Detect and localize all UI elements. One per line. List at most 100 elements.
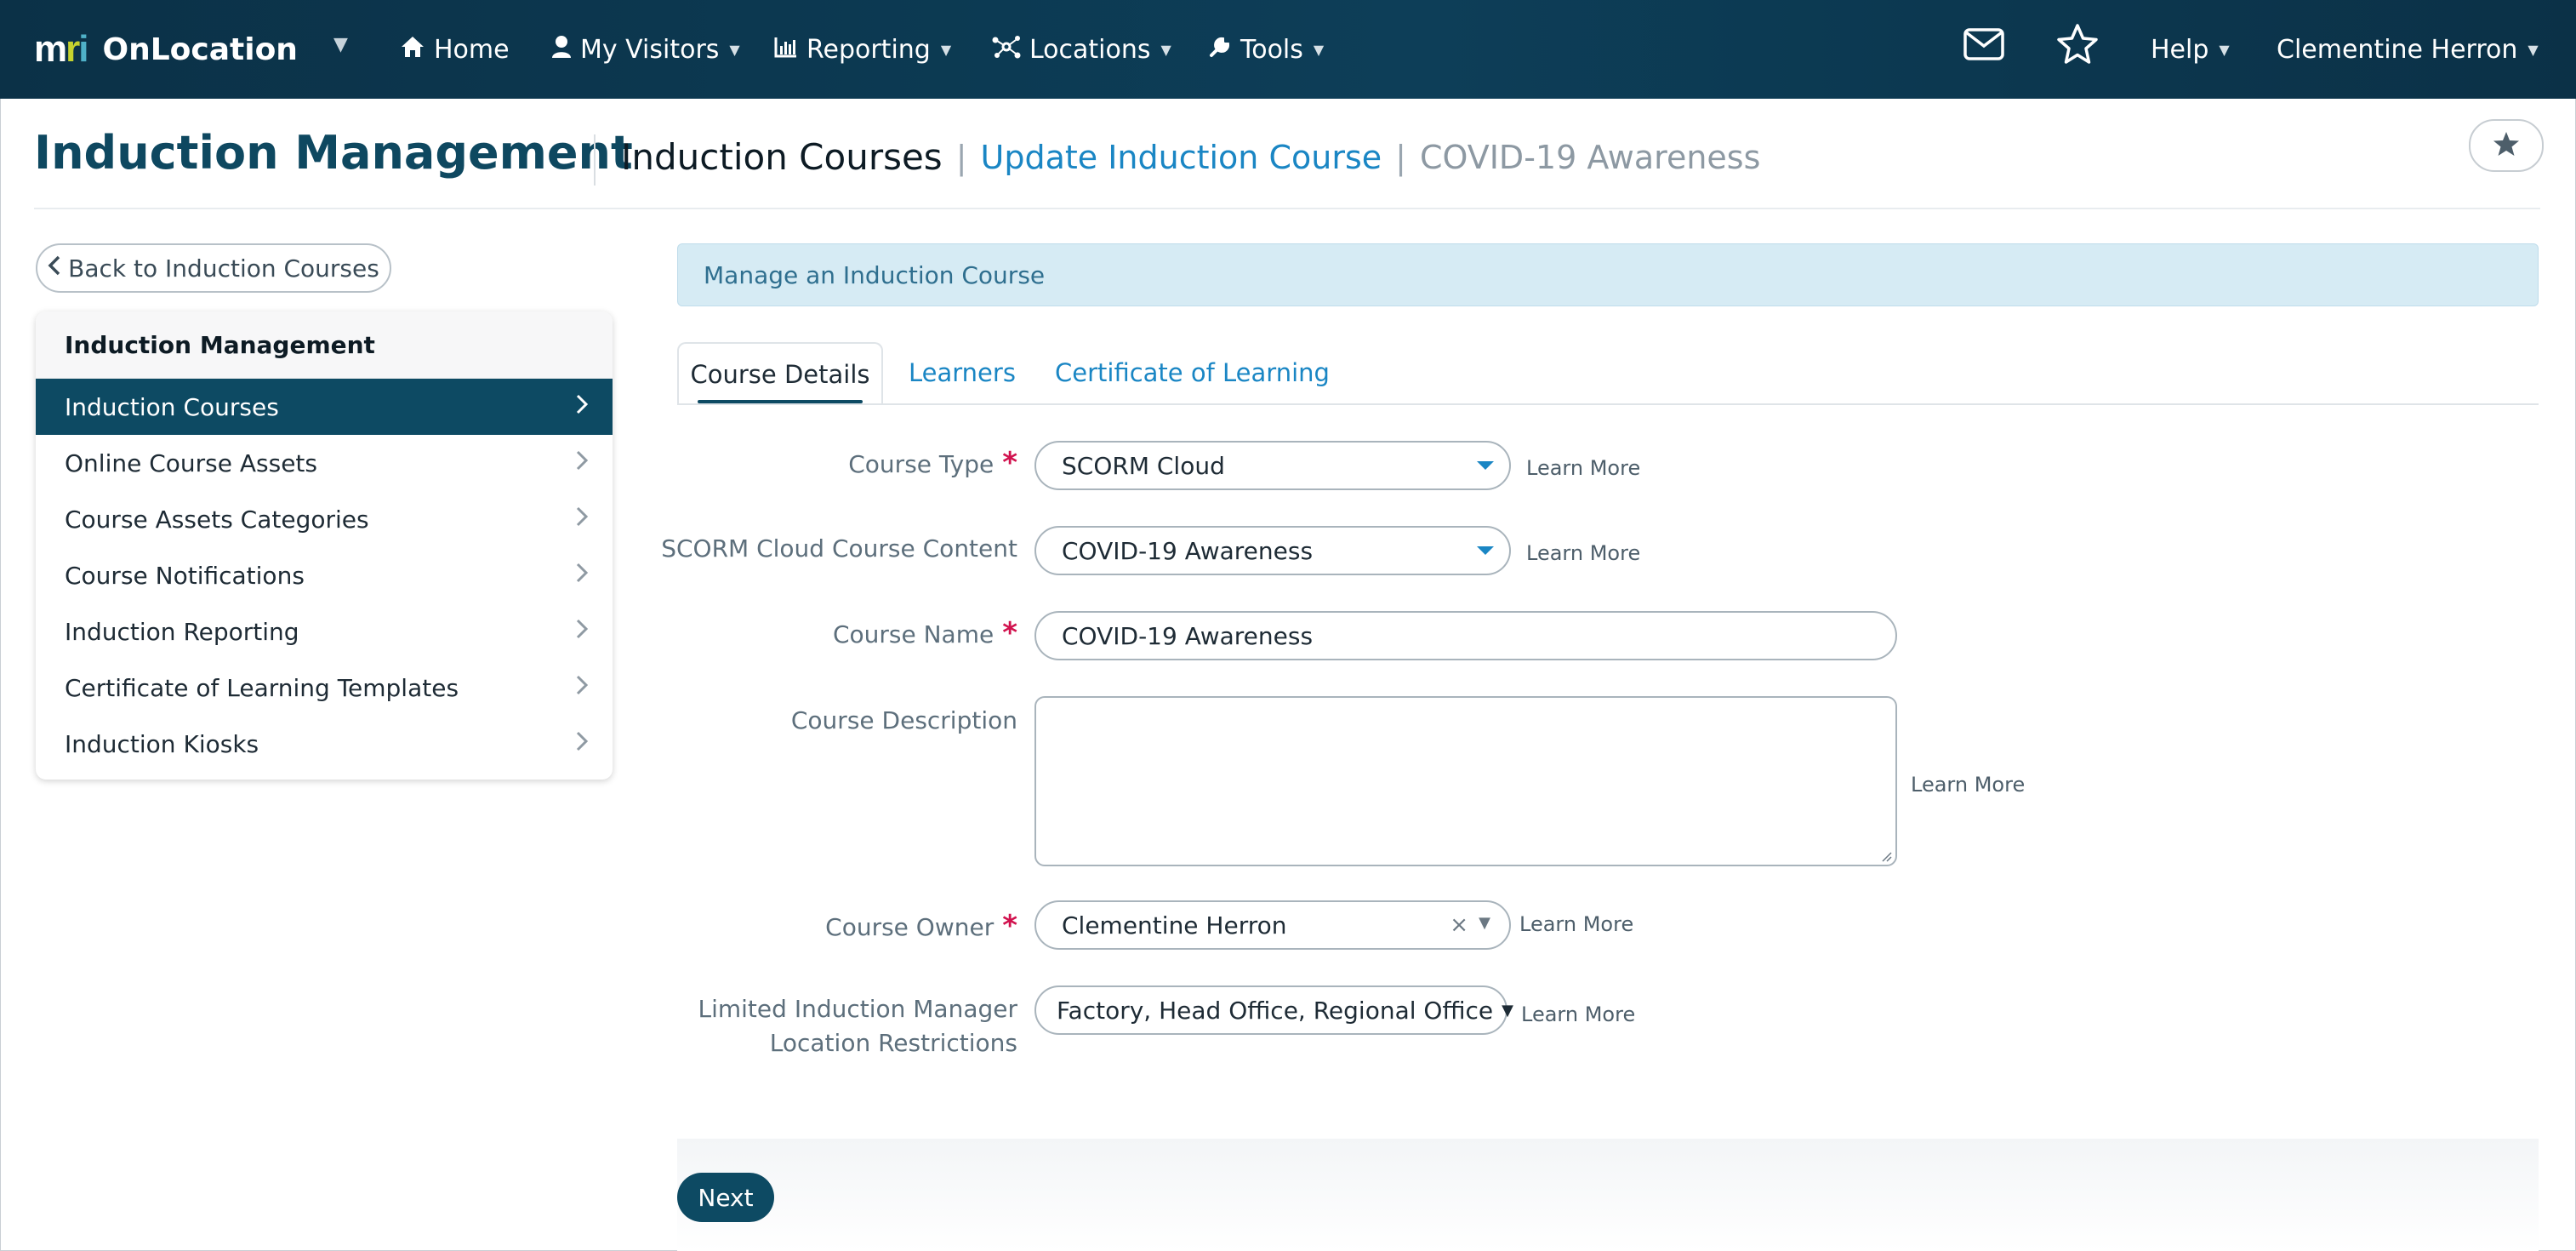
tab-certificate-of-learning[interactable]: Certificate of Learning xyxy=(1055,342,1330,403)
breadcrumb-separator: | xyxy=(955,138,967,176)
course-name-input[interactable]: COVID-19 Awareness xyxy=(1034,611,1897,660)
caret-down-icon: ▼ xyxy=(1502,1001,1513,1020)
course-name-label-text: Course Name xyxy=(832,620,994,648)
required-marker: * xyxy=(1002,909,1017,943)
nav-tools-label: Tools xyxy=(1240,34,1303,65)
sidebar-item-induction-courses[interactable]: Induction Courses xyxy=(36,379,613,435)
learn-more-link[interactable]: Learn More xyxy=(1526,541,1640,565)
course-description-label: Course Description xyxy=(790,706,1017,734)
sidebar-item-label: Induction Kiosks xyxy=(65,729,259,758)
chevron-left-icon xyxy=(48,255,61,282)
course-name-label: Course Name * xyxy=(833,616,1017,650)
star-filled-icon xyxy=(2493,131,2520,160)
nav-locations[interactable]: Locations ▼ xyxy=(992,26,1171,73)
tab-learners[interactable]: Learners xyxy=(909,342,1016,403)
chevron-right-icon xyxy=(575,392,589,423)
learn-more-link[interactable]: Learn More xyxy=(1911,773,2025,797)
course-owner-label-text: Course Owner xyxy=(825,913,994,941)
messages-button[interactable] xyxy=(1963,27,2004,68)
top-navigation-bar: mri OnLocation ▼ Home My Visitors ▼ Repo… xyxy=(0,0,2576,99)
user-menu[interactable]: Clementine Herron ▼ xyxy=(2277,26,2539,73)
course-type-value: SCORM Cloud xyxy=(1062,451,1225,480)
chevron-right-icon xyxy=(575,505,589,535)
scorm-content-select[interactable]: COVID-19 Awareness xyxy=(1034,526,1511,575)
favorites-button[interactable] xyxy=(2055,24,2100,70)
nav-home[interactable]: Home xyxy=(400,26,510,73)
course-type-select[interactable]: SCORM Cloud xyxy=(1034,441,1511,490)
sidebar-item-label: Course Notifications xyxy=(65,561,305,590)
breadcrumb-separator: | xyxy=(1395,138,1406,176)
sidebar-item-course-notifications[interactable]: Course Notifications xyxy=(36,547,613,603)
course-description-textarea[interactable] xyxy=(1034,696,1897,866)
course-name-value: COVID-19 Awareness xyxy=(1062,621,1314,650)
course-owner-select[interactable]: Clementine Herron × ▼ xyxy=(1034,900,1511,950)
sidebar-item-label: Induction Reporting xyxy=(65,617,299,646)
nav-my-visitors[interactable]: My Visitors ▼ xyxy=(551,26,740,73)
breadcrumb-item: COVID-19 Awareness xyxy=(1419,138,1761,176)
location-restrictions-label: Limited Induction Manager Location Restr… xyxy=(698,992,1018,1060)
sidebar-item-certificate-templates[interactable]: Certificate of Learning Templates xyxy=(36,660,613,716)
home-icon xyxy=(400,35,425,65)
location-restrictions-value: Factory, Head Office, Regional Office xyxy=(1057,996,1494,1025)
breadcrumb-action-link[interactable]: Update Induction Course xyxy=(981,139,1382,176)
sidebar-item-course-assets-categories[interactable]: Course Assets Categories xyxy=(36,491,613,547)
nav-home-label: Home xyxy=(434,34,510,65)
caret-down-icon xyxy=(1477,546,1494,555)
chevron-down-icon: ▼ xyxy=(729,41,740,58)
nav-locations-label: Locations xyxy=(1029,34,1151,65)
resize-handle-icon[interactable] xyxy=(1880,849,1892,862)
scorm-content-label: SCORM Cloud Course Content xyxy=(661,534,1017,563)
course-owner-label: Course Owner * xyxy=(825,909,1017,943)
next-button[interactable]: Next xyxy=(677,1173,774,1222)
sidebar-item-induction-reporting[interactable]: Induction Reporting xyxy=(36,603,613,660)
mri-logo: mri xyxy=(34,28,89,70)
required-marker: * xyxy=(1002,446,1017,480)
chevron-down-icon: ▼ xyxy=(2528,41,2539,58)
caret-down-icon xyxy=(1477,461,1494,470)
nav-tools[interactable]: Tools ▼ xyxy=(1208,26,1324,73)
location-restrictions-label-line2: Location Restrictions xyxy=(769,1029,1017,1057)
tabs-divider xyxy=(677,403,2539,405)
sidebar-item-label: Online Course Assets xyxy=(65,448,317,477)
sidebar-item-label: Certificate of Learning Templates xyxy=(65,673,459,702)
required-marker: * xyxy=(1002,616,1017,650)
course-type-label-text: Course Type xyxy=(848,450,994,478)
user-icon xyxy=(551,35,572,65)
chevron-right-icon xyxy=(575,673,589,704)
form-footer xyxy=(677,1139,2539,1251)
chevron-down-icon: ▼ xyxy=(2219,41,2230,58)
chevron-right-icon xyxy=(575,729,589,760)
learn-more-link[interactable]: Learn More xyxy=(1521,1003,1635,1026)
scorm-content-value: COVID-19 Awareness xyxy=(1062,536,1314,565)
page-title: Induction Management xyxy=(34,126,633,180)
sidebar-menu: Induction Management Induction Courses O… xyxy=(36,311,613,780)
learn-more-link[interactable]: Learn More xyxy=(1526,456,1640,480)
title-divider xyxy=(594,134,596,186)
nav-reporting-label: Reporting xyxy=(806,34,931,65)
envelope-icon xyxy=(1963,27,2004,68)
tab-label: Course Details xyxy=(690,360,870,389)
header-divider xyxy=(34,208,2540,209)
sidebar-item-online-course-assets[interactable]: Online Course Assets xyxy=(36,435,613,491)
course-owner-value: Clementine Herron xyxy=(1062,911,1287,940)
chevron-down-icon: ▼ xyxy=(940,41,952,58)
learn-more-link[interactable]: Learn More xyxy=(1519,912,1633,936)
network-icon xyxy=(992,35,1021,65)
nav-help[interactable]: Help ▼ xyxy=(2151,26,2230,73)
clear-selection-icon[interactable]: × xyxy=(1450,912,1468,938)
back-to-induction-courses-button[interactable]: Back to Induction Courses xyxy=(36,243,391,293)
chevron-right-icon xyxy=(575,448,589,479)
brand[interactable]: mri OnLocation xyxy=(34,24,298,75)
chevron-right-icon xyxy=(575,617,589,648)
location-restrictions-multiselect[interactable]: Factory, Head Office, Regional Office ▼ xyxy=(1034,985,1513,1035)
sidebar-item-induction-kiosks[interactable]: Induction Kiosks xyxy=(36,716,613,772)
bookmark-page-button[interactable] xyxy=(2469,119,2544,172)
nav-reporting[interactable]: Reporting ▼ xyxy=(774,26,951,73)
tab-course-details[interactable]: Course Details xyxy=(677,342,883,405)
back-button-label: Back to Induction Courses xyxy=(68,254,379,283)
app-switcher-caret-icon[interactable]: ▼ xyxy=(333,34,348,55)
course-type-label: Course Type * xyxy=(848,446,1017,480)
chevron-right-icon xyxy=(575,561,589,591)
sidebar-item-label: Course Assets Categories xyxy=(65,505,369,534)
chevron-down-icon: ▼ xyxy=(1160,41,1171,58)
